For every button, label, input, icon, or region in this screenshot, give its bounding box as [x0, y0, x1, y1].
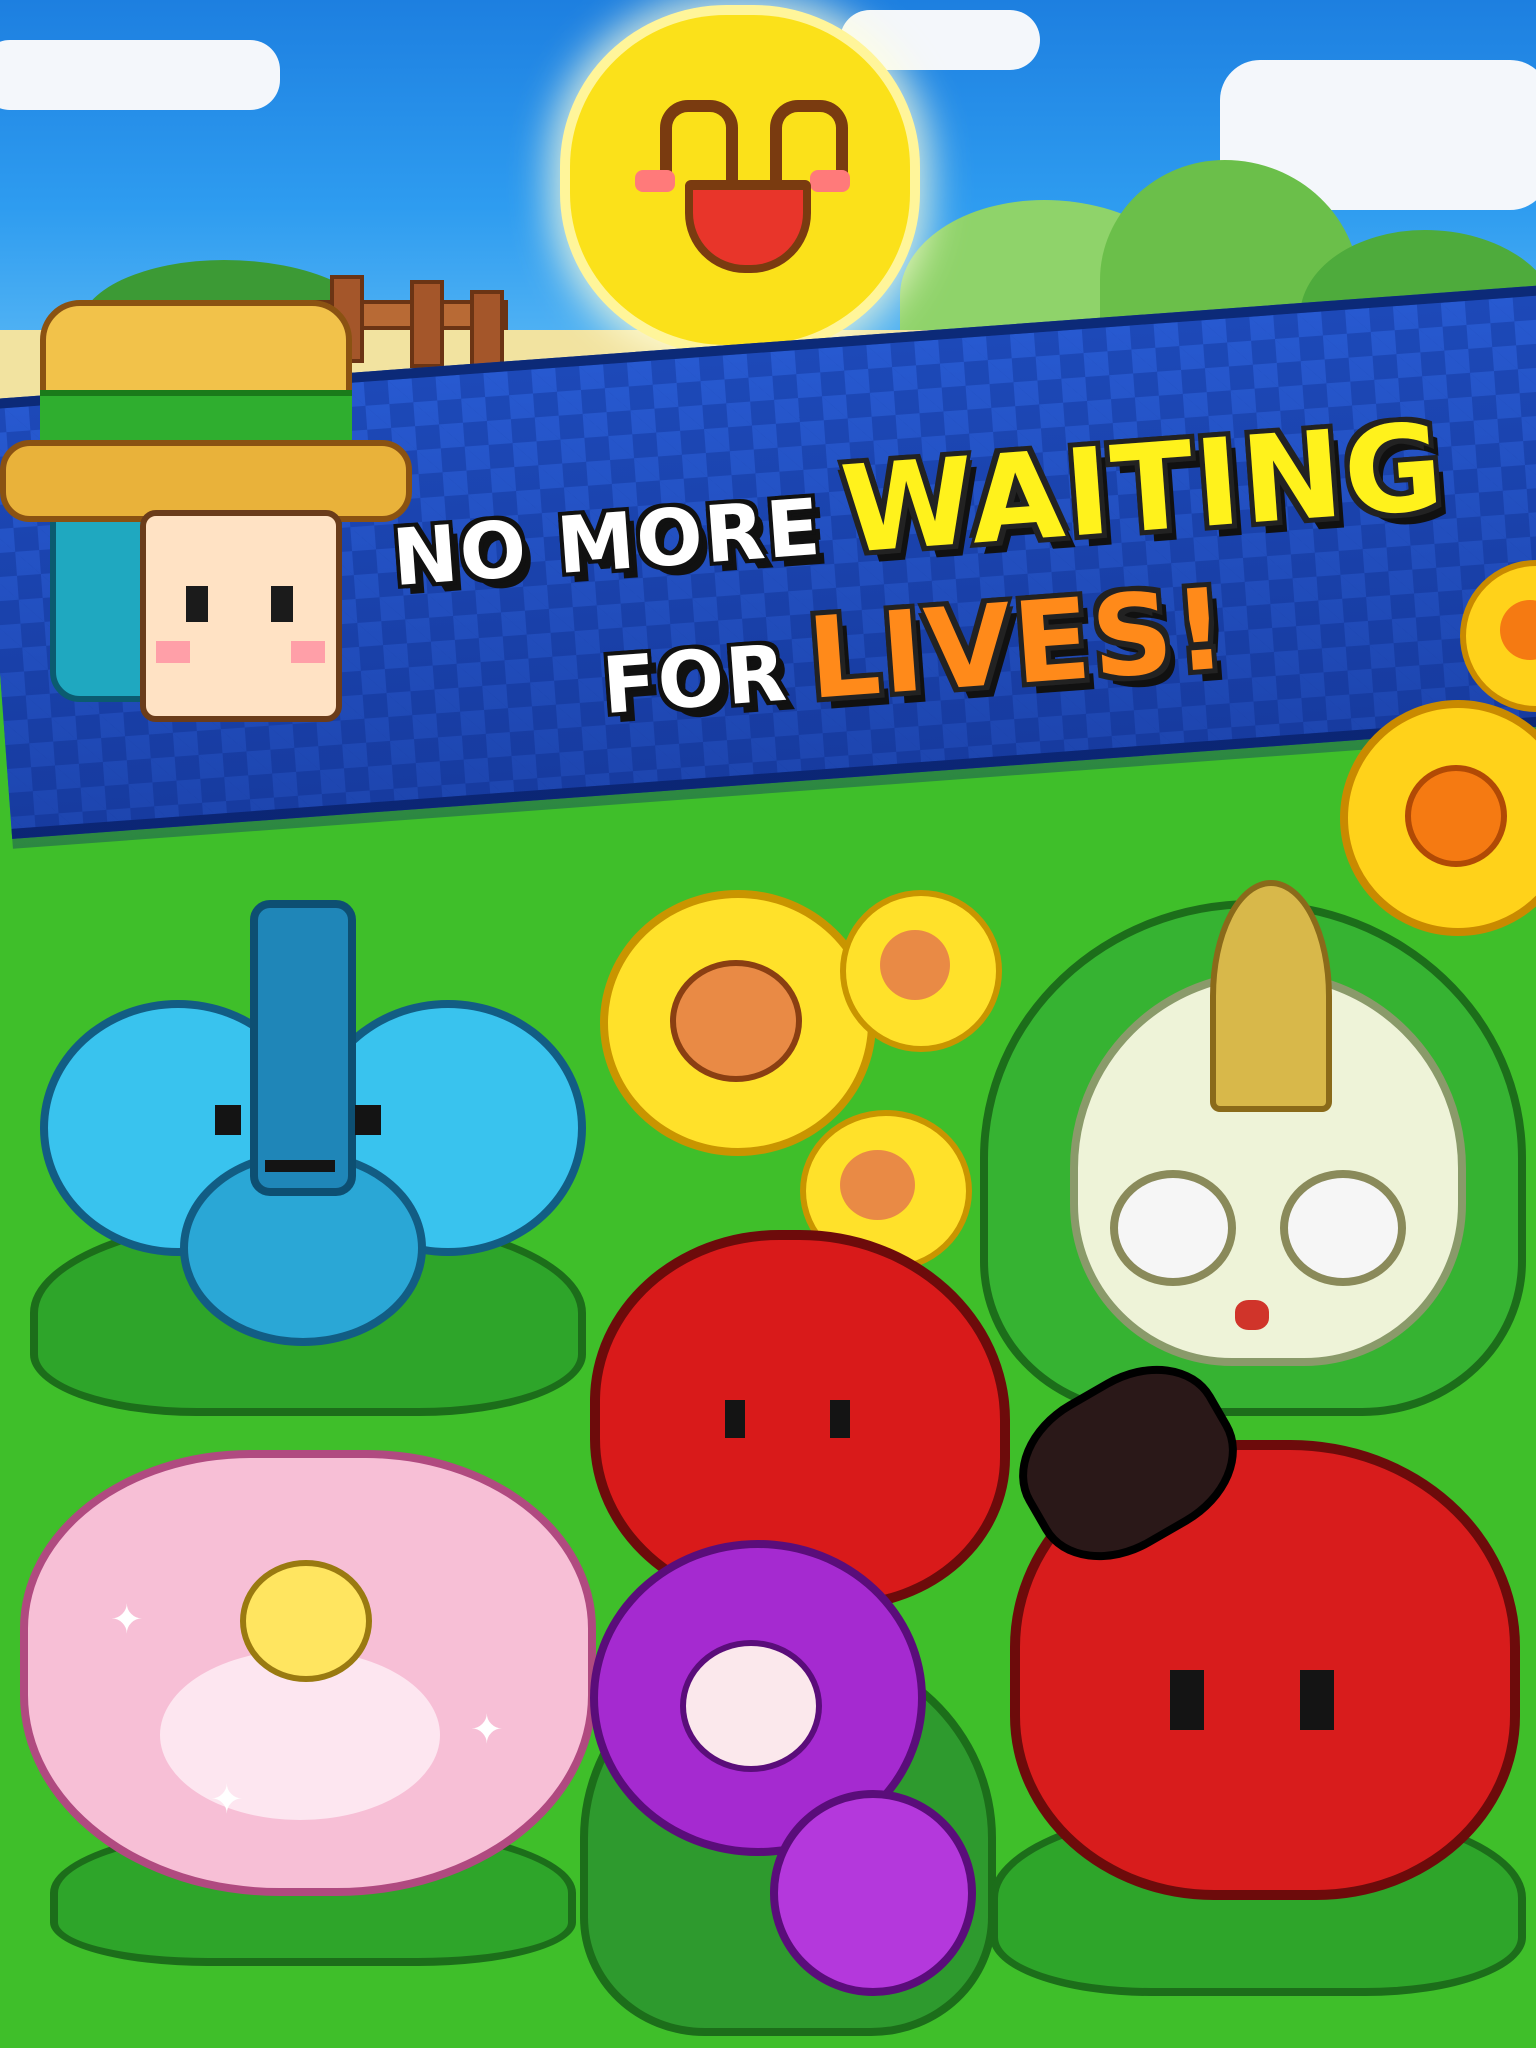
sun-character [570, 15, 910, 345]
sunflower-face [840, 1150, 915, 1220]
sunflower-center [1405, 765, 1507, 867]
sun-cheek-left [635, 170, 675, 192]
sparkle-icon: ✦ [110, 1597, 144, 1643]
glasses-lens-right [1280, 1170, 1406, 1286]
glasses-lens-left [1110, 1170, 1236, 1286]
sunflower-face [880, 930, 950, 1000]
farmer-cheek-left [156, 641, 190, 663]
fence-post [470, 290, 504, 368]
sunflower-decoration [1460, 560, 1536, 712]
bulb-horn [1210, 880, 1332, 1112]
farmer-eye-left [186, 586, 208, 622]
sunflower-cluster-character [590, 880, 1002, 1272]
purple-petals-small [770, 1790, 976, 1996]
purple-flower-character [580, 1540, 1000, 2040]
blue-flower-center [250, 900, 356, 1196]
blue-flower-eye-right [355, 1105, 381, 1135]
farmer-eye-right [271, 586, 293, 622]
red-rose-hat-character [990, 1337, 1536, 2000]
farmer-character [0, 290, 412, 760]
blue-flower-eye-left [215, 1105, 241, 1135]
sunflower-face [670, 960, 802, 1082]
blue-flower-mouth [265, 1160, 335, 1172]
rose-eye-left [1170, 1670, 1204, 1730]
rose-eye-right [830, 1400, 850, 1438]
cloud-top [840, 10, 1040, 70]
game-promo-scene: NO MORE WAITING FOR LIVES! ✦ ✦ ✦ [0, 0, 1536, 2048]
sparkle-icon: ✦ [210, 1777, 244, 1823]
headline-no-more: NO MORE [389, 482, 825, 605]
farmer-cheek-right [291, 641, 325, 663]
farmer-face [140, 510, 342, 722]
fence-post [410, 280, 444, 368]
headline-for: FOR [599, 628, 792, 733]
sparkle-icon: ✦ [470, 1707, 504, 1753]
cloud-left [0, 40, 280, 110]
purple-face [680, 1640, 822, 1772]
white-bulb-character [980, 860, 1536, 1420]
sun-eye-left [660, 100, 738, 182]
rose-eye-right [1300, 1670, 1334, 1730]
rose-eye-left [725, 1400, 745, 1438]
bulb-mouth [1235, 1300, 1269, 1330]
blue-flower-character [20, 860, 590, 1420]
sun-cheek-right [810, 170, 850, 192]
pink-lotus-character: ✦ ✦ ✦ [10, 1420, 596, 1966]
lotus-face [240, 1560, 372, 1682]
sun-mouth [685, 180, 811, 273]
